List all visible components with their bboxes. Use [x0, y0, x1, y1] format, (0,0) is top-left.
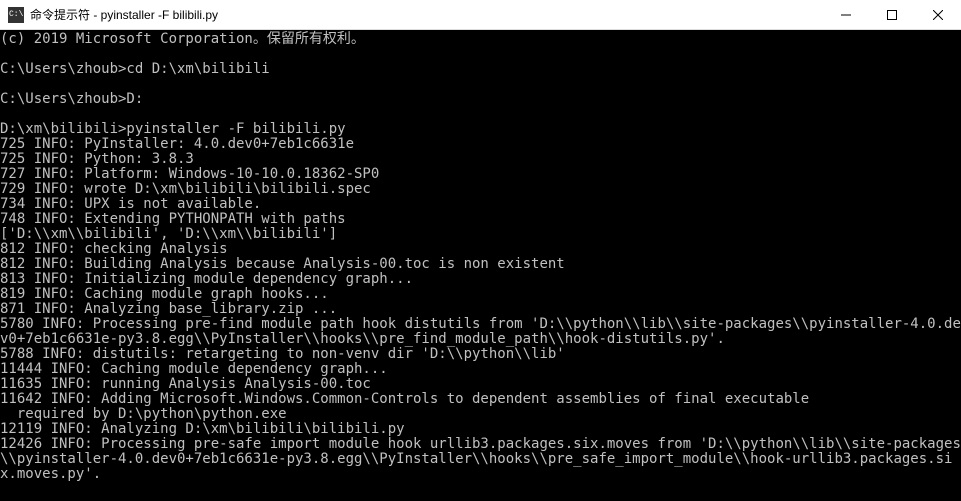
- terminal-line: 734 INFO: UPX is not available.: [0, 197, 961, 212]
- cmd-icon: [8, 7, 24, 23]
- terminal-line: 5788 INFO: distutils: retargeting to non…: [0, 347, 961, 362]
- terminal-line: D:\xm\bilibili>pyinstaller -F bilibili.p…: [0, 122, 961, 137]
- maximize-button[interactable]: [869, 0, 915, 29]
- titlebar[interactable]: 命令提示符 - pyinstaller -F bilibili.py: [0, 0, 961, 30]
- terminal-output[interactable]: (c) 2019 Microsoft Corporation。保留所有权利。 C…: [0, 30, 961, 501]
- terminal-line: 871 INFO: Analyzing base_library.zip ...: [0, 302, 961, 317]
- terminal-line: 813 INFO: Initializing module dependency…: [0, 272, 961, 287]
- terminal-line: 12426 INFO: Processing pre-safe import m…: [0, 437, 961, 482]
- terminal-line: ['D:\\xm\\bilibili', 'D:\\xm\\bilibili']: [0, 227, 961, 242]
- terminal-line: (c) 2019 Microsoft Corporation。保留所有权利。: [0, 32, 961, 47]
- terminal-line: 727 INFO: Platform: Windows-10-10.0.1836…: [0, 167, 961, 182]
- close-icon: [933, 10, 943, 20]
- window-title: 命令提示符 - pyinstaller -F bilibili.py: [30, 6, 823, 23]
- terminal-line: 748 INFO: Extending PYTHONPATH with path…: [0, 212, 961, 227]
- command-prompt-window: 命令提示符 - pyinstaller -F bilibili.py (c) 2…: [0, 0, 961, 501]
- terminal-line: [0, 77, 961, 92]
- minimize-icon: [841, 10, 851, 20]
- terminal-line: 11444 INFO: Caching module dependency gr…: [0, 362, 961, 377]
- terminal-line: [0, 107, 961, 122]
- terminal-line: 725 INFO: PyInstaller: 4.0.dev0+7eb1c663…: [0, 137, 961, 152]
- minimize-button[interactable]: [823, 0, 869, 29]
- terminal-line: 812 INFO: checking Analysis: [0, 242, 961, 257]
- terminal-line: 729 INFO: wrote D:\xm\bilibili\bilibili.…: [0, 182, 961, 197]
- terminal-line: 725 INFO: Python: 3.8.3: [0, 152, 961, 167]
- close-button[interactable]: [915, 0, 961, 29]
- terminal-line: required by D:\python\python.exe: [0, 407, 961, 422]
- terminal-line: [0, 47, 961, 62]
- terminal-line: 11642 INFO: Adding Microsoft.Windows.Com…: [0, 392, 961, 407]
- terminal-line: 812 INFO: Building Analysis because Anal…: [0, 257, 961, 272]
- terminal-line: 12119 INFO: Analyzing D:\xm\bilibili\bil…: [0, 422, 961, 437]
- terminal-line: 819 INFO: Caching module graph hooks...: [0, 287, 961, 302]
- terminal-line: 11635 INFO: running Analysis Analysis-00…: [0, 377, 961, 392]
- terminal-line: 5780 INFO: Processing pre-find module pa…: [0, 317, 961, 347]
- terminal-line: C:\Users\zhoub>cd D:\xm\bilibili: [0, 62, 961, 77]
- terminal-line: C:\Users\zhoub>D:: [0, 92, 961, 107]
- window-controls: [823, 0, 961, 29]
- maximize-icon: [887, 10, 897, 20]
